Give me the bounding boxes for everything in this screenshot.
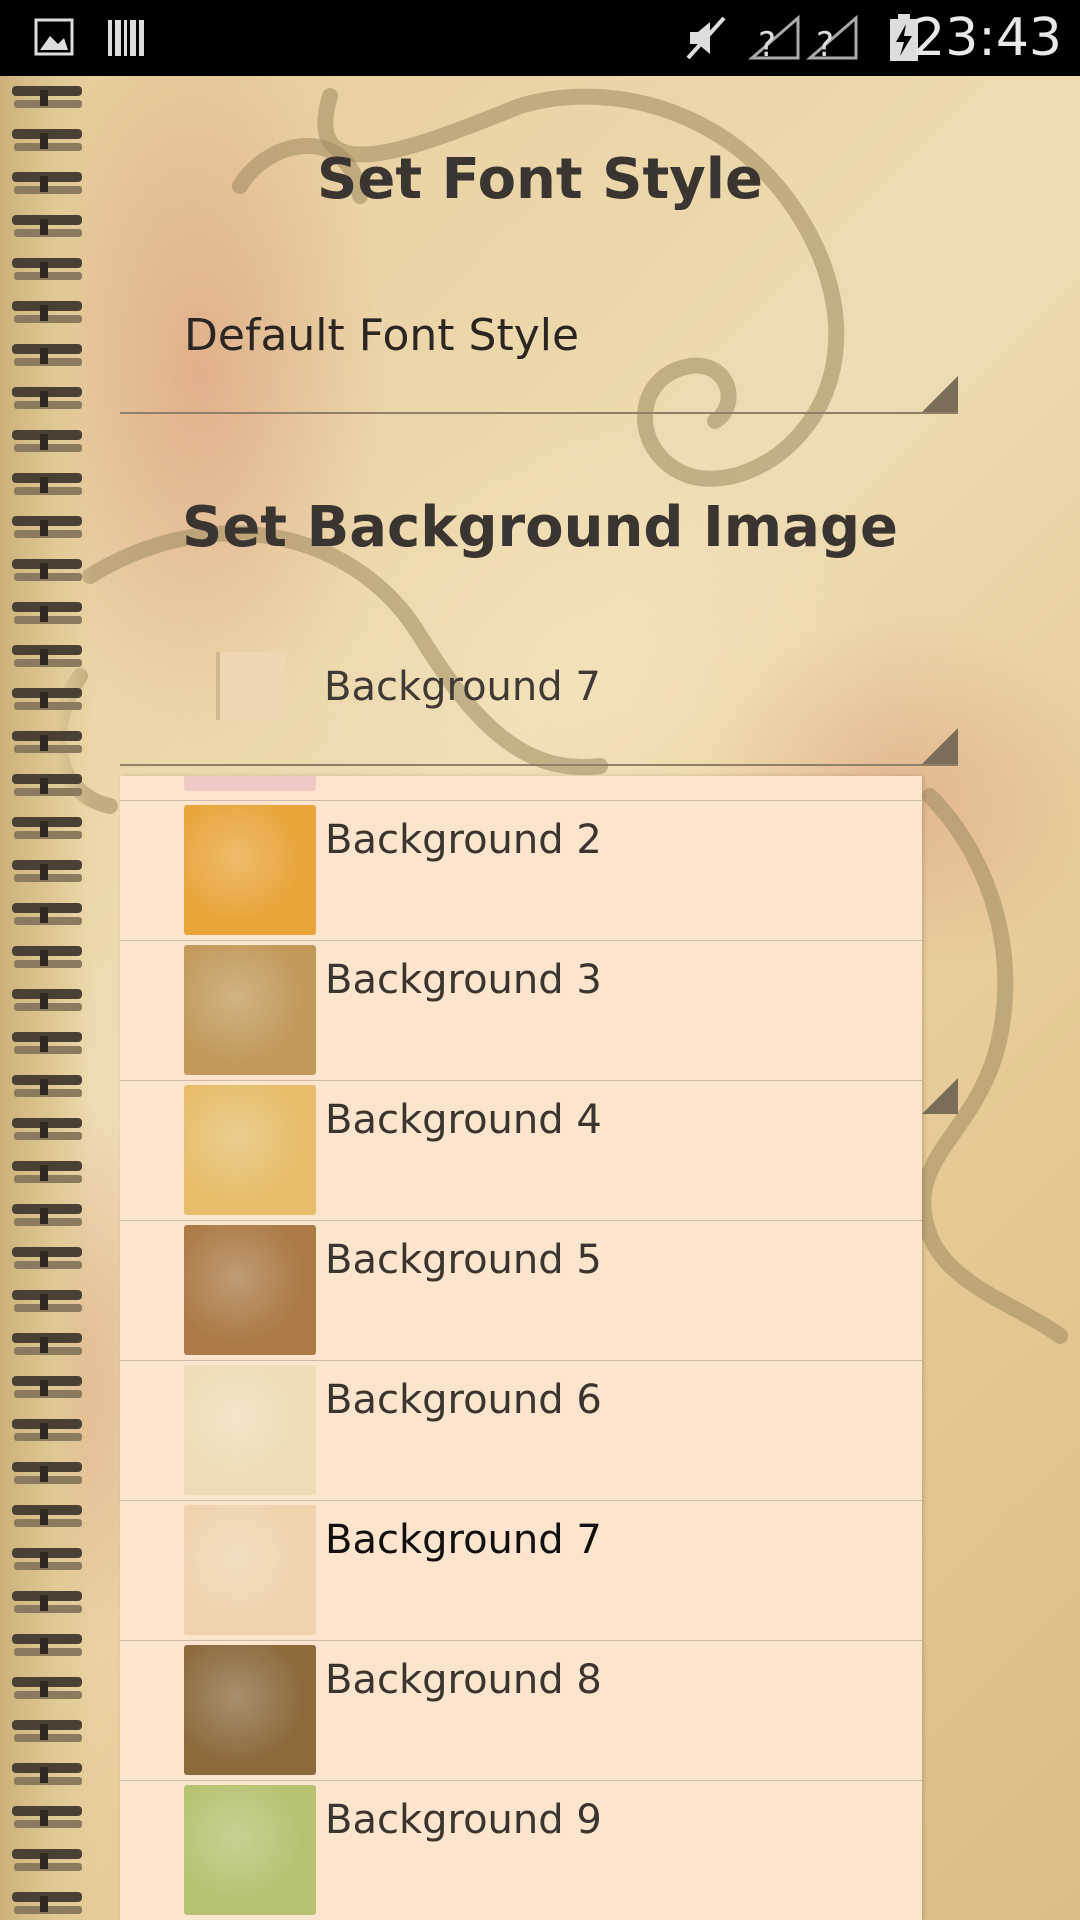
list-item[interactable]: Background 5 [120,1220,922,1361]
spinner-dropdown-icon [922,1078,958,1114]
spiral-ring [12,1161,82,1183]
list-item[interactable] [120,776,922,797]
list-item-label: Background 8 [325,1657,602,1703]
list-item-label: Background 3 [325,957,602,1003]
spiral-ring [12,817,82,839]
spiral-ring [12,473,82,495]
signal-unknown-icon: ? [748,14,800,62]
spinner-dropdown-icon [922,728,958,764]
spiral-binding [0,76,92,1920]
spiral-ring [12,344,82,366]
background-dropdown-list[interactable]: Background 2 Background 3 Background 4 Back… [120,776,922,1920]
spiral-ring [12,1075,82,1097]
background-image-value: Background 7 [324,664,601,710]
background-thumbnail [184,805,316,935]
list-item[interactable]: Background 7 [120,1500,922,1641]
spiral-ring [12,1032,82,1054]
app-screen: ? ? 23:43 Set Font Style Default Font St… [0,0,1080,1920]
spiral-ring [12,215,82,237]
background-image-heading: Set Background Image [181,495,899,560]
spiral-ring [12,1806,82,1828]
spiral-ring [12,301,82,323]
spiral-ring [12,516,82,538]
list-item[interactable]: Background 6 [120,1360,922,1501]
spiral-ring [12,559,82,581]
spiral-ring [12,1763,82,1785]
spiral-ring [12,1462,82,1484]
list-item-label: Background 5 [325,1237,602,1283]
spiral-ring [12,731,82,753]
list-item[interactable]: Background 2 [120,800,922,941]
background-thumbnail [184,1365,316,1495]
spiral-ring [12,1720,82,1742]
spiral-ring [12,1419,82,1441]
spiral-ring [12,1204,82,1226]
background-image-spinner[interactable]: Background 7 [120,638,958,766]
signal-unknown-icon: ? [806,14,858,62]
svg-text:?: ? [758,25,776,62]
mute-icon [686,16,726,60]
spiral-ring [12,602,82,624]
spiral-ring [12,774,82,796]
spiral-ring [12,1677,82,1699]
list-item[interactable]: Background 8 [120,1640,922,1781]
spiral-ring [12,989,82,1011]
background-thumbnail [184,945,316,1075]
spiral-ring [12,1892,82,1914]
gallery-icon [34,18,74,56]
background-thumbnail [184,776,316,791]
spiral-ring [12,1247,82,1269]
background-thumbnail [184,1225,316,1355]
spiral-ring [12,1290,82,1312]
spiral-ring [12,258,82,280]
list-item[interactable]: Background 3 [120,940,922,1081]
list-item-label: Background 6 [325,1377,602,1423]
spiral-ring [12,903,82,925]
spiral-ring [12,946,82,968]
spiral-ring [12,645,82,667]
spiral-ring [12,1505,82,1527]
font-style-heading: Set Font Style [317,147,763,212]
status-bar: ? ? 23:43 [0,0,1080,76]
spiral-ring [12,860,82,882]
spinner-dropdown-icon [922,376,958,412]
spiral-ring [12,1548,82,1570]
background-thumbnail [184,1645,316,1775]
spiral-ring [12,688,82,710]
background-thumbnail [184,1505,316,1635]
spiral-ring [12,86,82,108]
list-item-label: Background 4 [325,1097,602,1143]
list-item[interactable]: Background 9 [120,1780,922,1920]
spiral-ring [12,129,82,151]
spiral-ring [12,387,82,409]
spiral-ring [12,1849,82,1871]
font-style-value: Default Font Style [184,310,580,361]
list-item-label: Background 7 [325,1517,602,1563]
font-style-spinner[interactable]: Default Font Style [120,290,958,414]
spiral-ring [12,172,82,194]
background-thumbnail [184,1785,316,1915]
list-item-label: Background 9 [325,1797,602,1843]
clock: 23:43 [912,8,1062,68]
spiral-ring [12,1634,82,1656]
svg-text:?: ? [816,25,834,62]
list-item-label: Background 2 [325,817,602,863]
spiral-ring [12,1591,82,1613]
list-item[interactable]: Background 4 [120,1080,922,1221]
selected-background-thumbnail [216,652,286,720]
spiral-ring [12,1376,82,1398]
barcode-icon [108,20,144,56]
spiral-ring [12,1333,82,1355]
spiral-ring [12,430,82,452]
spiral-ring [12,1118,82,1140]
background-thumbnail [184,1085,316,1215]
